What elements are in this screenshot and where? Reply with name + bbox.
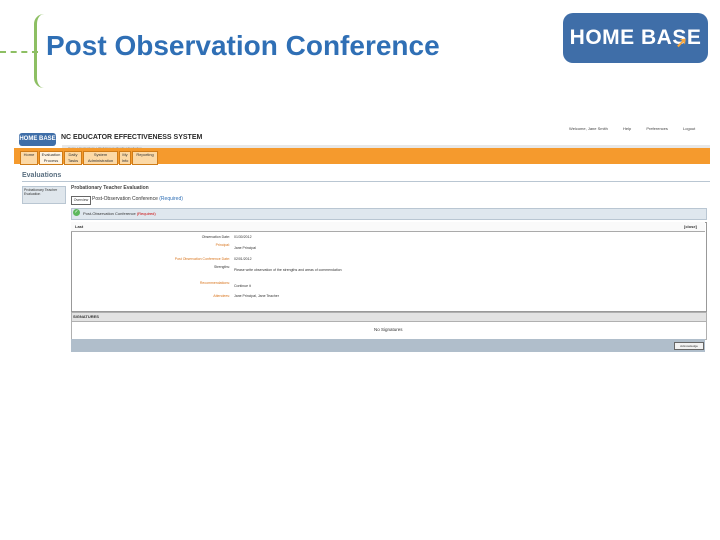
nav-tab-evaluation-process[interactable]: Evaluation Process (39, 151, 63, 165)
nav-tab-home[interactable]: Home (20, 151, 38, 165)
nav-tab-system-administration[interactable]: System Administration (83, 151, 118, 165)
form-header-left: Last (75, 224, 84, 229)
field-label-conference-date: Post Observation Conference Date: (174, 257, 230, 261)
field-value-principal[interactable]: Jane Principal (234, 246, 256, 250)
field-value-strengths[interactable]: Please write observation of the strength… (234, 268, 342, 272)
sidebar-item-label: Probationary Teacher Evaluation (24, 188, 58, 196)
top-links: Welcome, Jane Smith Help Preferences Log… (569, 126, 709, 131)
field-label-observation-date: Observation Date: (201, 235, 230, 239)
field-label-recommendations: Recommendations: (199, 281, 230, 285)
tab-title-label: Post-Observation Conference (92, 196, 158, 202)
section-heading: Evaluations (22, 172, 62, 179)
form-status-band (71, 208, 707, 220)
heading-divider (22, 181, 710, 182)
field-value-recommendations[interactable]: Continue it (234, 284, 251, 288)
close-link[interactable]: [close] (684, 224, 697, 229)
required-marker: (Required) (136, 211, 156, 216)
no-signatures-text: No Signatures (374, 327, 403, 332)
form-status-text: Post-Observation Conference (Required) (83, 211, 156, 216)
home-base-logo: HOME BASE ➚ (563, 13, 708, 63)
tab-overview[interactable]: Overview (71, 196, 91, 205)
field-label-strengths: Strengths: (214, 265, 230, 269)
system-title: NC EDUCATOR EFFECTIVENESS SYSTEM (61, 134, 203, 141)
signatures-label: SIGNATURES (73, 314, 99, 319)
field-label-principal: Principal: (215, 243, 230, 247)
field-value-attendees[interactable]: Jane Principal, Jane Teacher (234, 294, 279, 298)
app-logo: HOME BASE (19, 133, 56, 146)
app-screenshot: HOME BASE NC EDUCATOR EFFECTIVENESS SYST… (14, 124, 710, 364)
help-link[interactable]: Help (623, 126, 631, 131)
nav-tab-reporting[interactable]: Reporting (132, 151, 158, 165)
dashed-accent-line (0, 51, 38, 53)
pointer-arrow-icon: ➚ (675, 34, 688, 50)
slide-title: Post Observation Conference (46, 30, 440, 61)
nav-tab-daily-tasks[interactable]: Daily Tasks (64, 151, 82, 165)
welcome-link[interactable]: Welcome, Jane Smith (569, 126, 608, 131)
footer-bar (71, 339, 705, 352)
check-icon: ✓ (73, 209, 80, 216)
tab-required-marker: (Required) (159, 196, 183, 202)
sidebar-item-probationary-teacher-evaluation[interactable]: Probationary Teacher Evaluation (22, 186, 66, 204)
acknowledge-button[interactable]: Acknowledge (674, 342, 704, 350)
field-value-observation-date[interactable]: 01/30/2012 (234, 235, 252, 239)
preferences-link[interactable]: Preferences (646, 126, 668, 131)
panel-title: Probationary Teacher Evaluation (71, 185, 149, 191)
field-value-conference-date[interactable]: 02/01/2012 (234, 257, 252, 261)
form-status-title: Post-Observation Conference (83, 211, 136, 216)
form-header (71, 222, 705, 232)
nav-tab-my-info[interactable]: My Info (119, 151, 131, 165)
logout-link[interactable]: Logout (683, 126, 695, 131)
field-label-attendees: Attendees: (213, 294, 230, 298)
tab-post-observation-conference[interactable]: Post-Observation Conference (Required) (92, 196, 183, 202)
